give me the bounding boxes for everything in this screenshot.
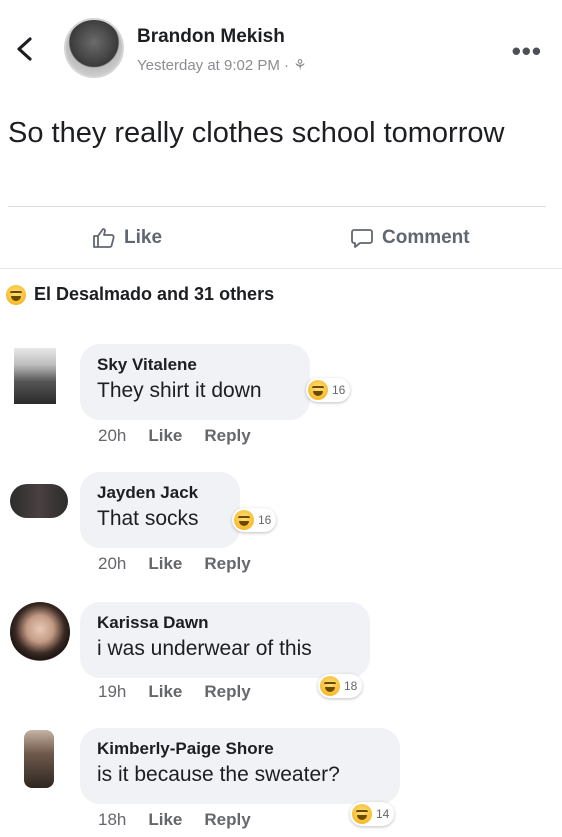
comment-like-link[interactable]: Like xyxy=(148,426,182,446)
comment-text: They shirt it down xyxy=(97,379,262,402)
reactions-summary[interactable]: El Desalmado and 31 others xyxy=(6,284,274,305)
haha-reaction-icon xyxy=(320,676,340,696)
comment-text: That socks xyxy=(97,507,199,530)
divider xyxy=(8,206,546,207)
more-options-icon[interactable]: ••• xyxy=(512,36,542,67)
post-header: Brandon Mekish Yesterday at 9:02 PM · ⚘ … xyxy=(0,0,562,100)
comment-like-link[interactable]: Like xyxy=(148,810,182,830)
comment-reply-link[interactable]: Reply xyxy=(204,682,250,702)
back-arrow-icon[interactable] xyxy=(10,34,40,64)
comment-reaction-count[interactable]: 18 xyxy=(318,674,363,698)
commenter-avatar[interactable] xyxy=(14,348,56,404)
comment-like-link[interactable]: Like xyxy=(148,682,182,702)
like-button[interactable]: Like xyxy=(92,222,162,254)
comment-button[interactable]: Comment xyxy=(350,222,470,254)
comment-time: 19h xyxy=(98,682,127,701)
comment-actions: 19h Like Reply xyxy=(98,682,251,702)
comment-time: 20h xyxy=(98,554,127,573)
haha-reaction-icon xyxy=(308,380,328,400)
comment-actions: 20h Like Reply xyxy=(98,554,251,574)
haha-reaction-icon xyxy=(234,510,254,530)
divider xyxy=(0,268,562,269)
thumbs-up-icon xyxy=(93,228,115,248)
comment-bubble: Karissa Dawn i was underwear of this xyxy=(80,602,370,678)
comment-bubble-icon xyxy=(351,229,373,248)
commenter-avatar[interactable] xyxy=(10,484,68,518)
comment-reply-link[interactable]: Reply xyxy=(204,554,250,574)
reactions-summary-text: El Desalmado and 31 others xyxy=(34,284,275,304)
comment-reply-link[interactable]: Reply xyxy=(204,426,250,446)
comment-actions: 20h Like Reply xyxy=(98,426,251,446)
comment-reaction-count[interactable]: 16 xyxy=(232,508,277,532)
comment-label: Comment xyxy=(382,227,470,248)
comment-bubble: Jayden Jack That socks xyxy=(80,472,240,548)
comment-bubble: Kimberly-Paige Shore is it because the s… xyxy=(80,728,400,804)
comment-like-link[interactable]: Like xyxy=(148,554,182,574)
commenter-name[interactable]: Karissa Dawn xyxy=(97,612,354,634)
comment-text: i was underwear of this xyxy=(97,637,312,660)
commenter-avatar[interactable] xyxy=(10,602,70,662)
comment-reaction-count[interactable]: 14 xyxy=(350,802,395,826)
comment-actions: 18h Like Reply xyxy=(98,810,251,830)
author-avatar[interactable] xyxy=(64,18,124,78)
haha-reaction-icon xyxy=(6,284,26,305)
comment-time: 20h xyxy=(98,426,127,445)
comment-text: is it because the sweater? xyxy=(97,763,340,786)
comment-time: 18h xyxy=(98,810,127,829)
post-text: So they really clothes school tomorrow xyxy=(8,117,505,149)
like-label: Like xyxy=(124,227,163,248)
commenter-name[interactable]: Jayden Jack xyxy=(97,482,224,504)
comment-reaction-count[interactable]: 16 xyxy=(306,378,351,402)
commenter-avatar[interactable] xyxy=(24,730,54,788)
haha-reaction-icon xyxy=(352,804,372,824)
author-name[interactable]: Brandon Mekish xyxy=(137,26,285,48)
comment-reply-link[interactable]: Reply xyxy=(204,810,250,830)
post-timestamp: Yesterday at 9:02 PM · ⚘ xyxy=(137,57,307,74)
comment-bubble: Sky Vitalene They shirt it down xyxy=(80,344,310,420)
commenter-name[interactable]: Kimberly-Paige Shore xyxy=(97,738,384,760)
commenter-name[interactable]: Sky Vitalene xyxy=(97,354,294,376)
